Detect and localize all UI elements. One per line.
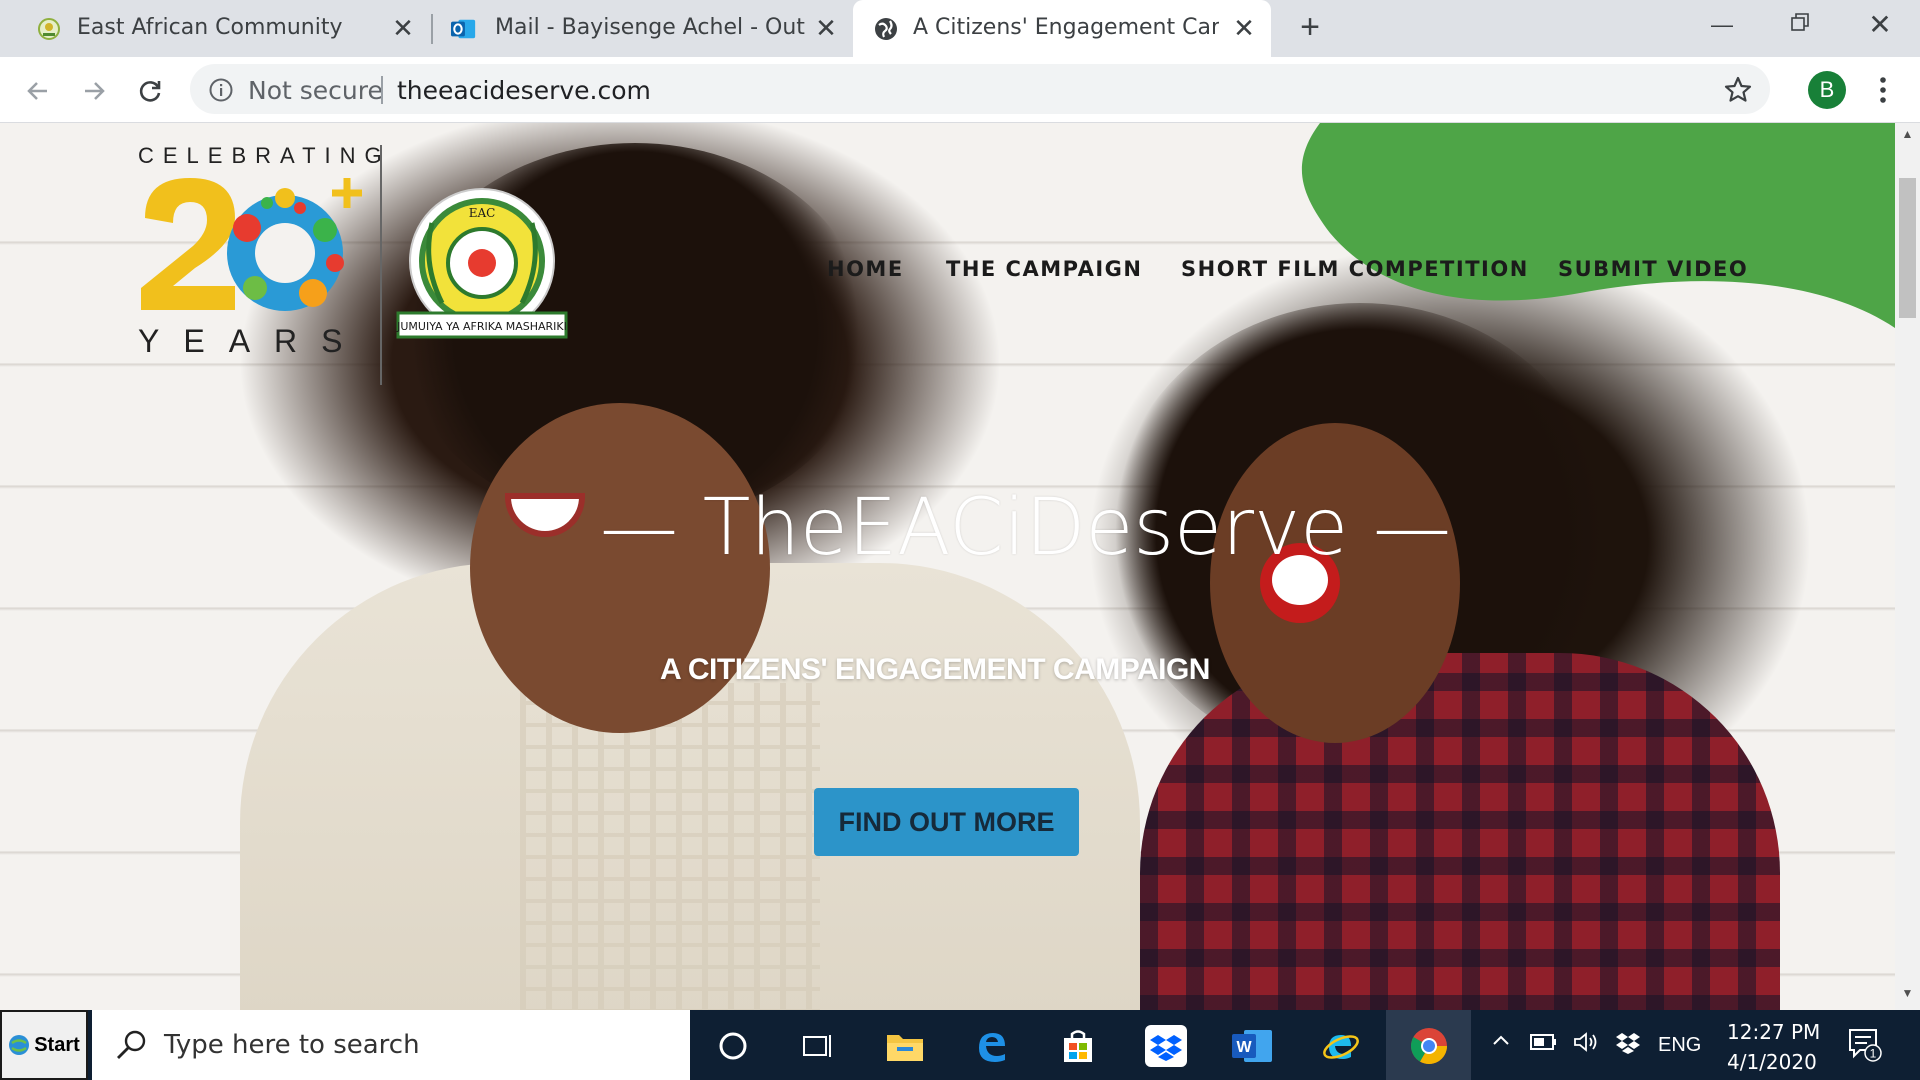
back-icon[interactable] bbox=[18, 71, 58, 111]
restore-icon[interactable] bbox=[1780, 10, 1820, 40]
logo-years-text: YEARS bbox=[138, 323, 367, 359]
forward-icon[interactable] bbox=[74, 71, 114, 111]
notification-count: 1 bbox=[1870, 1047, 1877, 1061]
tab-citizens-campaign[interactable]: A Citizens' Engagement Campaig ✕ bbox=[853, 0, 1271, 57]
find-out-more-button[interactable]: FIND OUT MORE bbox=[814, 788, 1079, 856]
eac-seal-logo[interactable]: EAC JUMUIYA YA AFRIKA MASHARIKI bbox=[392, 183, 572, 353]
windows-orb-icon bbox=[9, 1035, 30, 1055]
seal-banner-text: JUMUIYA YA AFRIKA MASHARIKI bbox=[396, 320, 567, 333]
search-icon bbox=[117, 1030, 146, 1059]
clock-date[interactable]: 4/1/2020 bbox=[1727, 1050, 1817, 1074]
edge-icon[interactable] bbox=[966, 1021, 1016, 1071]
search-placeholder: Type here to search bbox=[164, 1030, 420, 1060]
new-tab-button[interactable]: + bbox=[1294, 10, 1326, 44]
bookmark-star-icon[interactable] bbox=[1722, 74, 1754, 106]
seal-top-text: EAC bbox=[469, 206, 496, 220]
word-icon[interactable]: W bbox=[1228, 1021, 1278, 1071]
svg-text:W: W bbox=[1236, 1039, 1252, 1056]
language-indicator[interactable]: ENG bbox=[1658, 1034, 1701, 1057]
logo-celebrating-text: CELEBRATING bbox=[138, 143, 391, 168]
tab-title: A Citizens' Engagement Campaig bbox=[913, 15, 1219, 40]
clock-time[interactable]: 12:27 PM bbox=[1727, 1020, 1820, 1044]
browser-toolbar: Not secure theeacideserve.com B bbox=[0, 57, 1920, 123]
start-button[interactable]: Start bbox=[0, 1010, 88, 1080]
address-bar[interactable]: Not secure theeacideserve.com bbox=[190, 64, 1770, 114]
info-icon[interactable] bbox=[208, 77, 234, 103]
eac-favicon-icon bbox=[36, 16, 62, 42]
tab-close-icon[interactable]: ✕ bbox=[811, 13, 841, 43]
url-text[interactable]: theeacideserve.com bbox=[397, 76, 651, 105]
scrollbar-thumb[interactable] bbox=[1899, 178, 1916, 318]
microsoft-store-icon[interactable] bbox=[1053, 1021, 1103, 1071]
hero-photo-knit-pattern bbox=[520, 683, 820, 1010]
tab-title: East African Community bbox=[77, 15, 343, 40]
tab-east-african-community[interactable]: East African Community ✕ bbox=[0, 0, 430, 57]
page-viewport: CELEBRATING YEARS EAC JUMUIYA YA AFRIKA … bbox=[0, 123, 1895, 1010]
browser-tab-strip: East African Community ✕ Mail - Bayiseng… bbox=[0, 0, 1920, 57]
not-secure-label: Not secure bbox=[248, 76, 383, 105]
scroll-up-arrow-icon[interactable]: ▲ bbox=[1895, 127, 1920, 147]
battery-icon[interactable] bbox=[1530, 1032, 1558, 1058]
nav-the-campaign-link[interactable]: THE CAMPAIGN bbox=[946, 257, 1142, 281]
start-label: Start bbox=[34, 1033, 80, 1056]
reload-icon[interactable] bbox=[130, 71, 170, 111]
hero-subtitle: A CITIZENS' ENGAGEMENT CAMPAIGN bbox=[660, 653, 1210, 686]
window-close-icon[interactable]: ✕ bbox=[1860, 10, 1900, 40]
logo-20-years-emblem[interactable] bbox=[135, 168, 375, 318]
dropbox-icon[interactable] bbox=[1141, 1021, 1191, 1071]
address-separator bbox=[381, 76, 383, 104]
nav-short-film-competition-link[interactable]: SHORT FILM COMPETITION bbox=[1181, 257, 1529, 281]
hero-title: — TheEACiDeserve — bbox=[600, 483, 1451, 573]
taskbar-search-box[interactable]: Type here to search bbox=[92, 1010, 690, 1080]
page-scrollbar[interactable]: ▲ ▼ bbox=[1895, 123, 1920, 1010]
file-explorer-icon[interactable] bbox=[880, 1021, 930, 1071]
cortana-icon[interactable] bbox=[708, 1021, 758, 1071]
tab-close-icon[interactable]: ✕ bbox=[388, 13, 418, 43]
tab-title: Mail - Bayisenge Achel - Outlook bbox=[495, 15, 805, 40]
tab-outlook-mail[interactable]: Mail - Bayisenge Achel - Outlook ✕ bbox=[433, 0, 853, 57]
outlook-icon bbox=[451, 16, 477, 42]
volume-icon[interactable] bbox=[1572, 1030, 1600, 1060]
chrome-icon[interactable] bbox=[1404, 1021, 1454, 1071]
minimize-icon[interactable]: — bbox=[1702, 10, 1742, 40]
browser-menu-icon[interactable] bbox=[1868, 71, 1898, 109]
nav-home-link[interactable]: HOME bbox=[827, 257, 904, 281]
nav-submit-video-link[interactable]: SUBMIT VIDEO bbox=[1558, 257, 1748, 281]
globe-icon bbox=[873, 16, 899, 42]
profile-avatar[interactable]: B bbox=[1808, 71, 1846, 109]
internet-explorer-icon[interactable] bbox=[1316, 1021, 1366, 1071]
tab-close-icon[interactable]: ✕ bbox=[1229, 13, 1259, 43]
task-view-icon[interactable] bbox=[793, 1021, 843, 1071]
dropbox-tray-icon[interactable] bbox=[1614, 1030, 1642, 1062]
logo-divider bbox=[380, 145, 382, 385]
show-hidden-icons-chevron-icon[interactable] bbox=[1490, 1030, 1512, 1058]
notification-center-icon[interactable]: 1 bbox=[1846, 1026, 1882, 1068]
scroll-down-arrow-icon[interactable]: ▼ bbox=[1895, 986, 1920, 1006]
windows-taskbar: Start Type here to search W ENG 12:27 PM… bbox=[0, 1010, 1920, 1080]
hero-photo-plaid-shirt bbox=[1140, 653, 1780, 1010]
